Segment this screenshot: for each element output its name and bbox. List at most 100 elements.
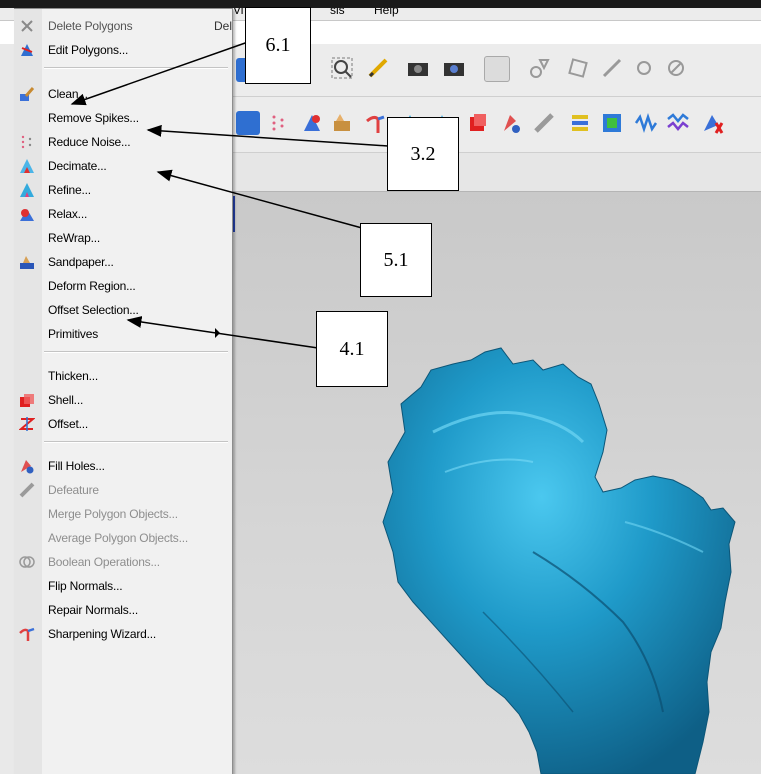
menu-item-boolean-operations[interactable]: Boolean Operations... bbox=[14, 551, 232, 573]
menu-item-clean[interactable]: Clean... bbox=[14, 83, 232, 105]
submenu-arrow-icon bbox=[215, 328, 220, 338]
no-entry-icon[interactable] bbox=[664, 56, 688, 80]
menu-item-label: Deform Region... bbox=[48, 279, 136, 293]
menu-item-edit-polygons[interactable]: Edit Polygons... bbox=[14, 39, 232, 61]
decimate-icon bbox=[19, 158, 35, 174]
camera-settings-icon[interactable] bbox=[442, 56, 466, 80]
menu-item-label: Clean... bbox=[48, 87, 88, 101]
cube-icon[interactable] bbox=[236, 111, 260, 135]
menu-item-label: Shell... bbox=[48, 393, 84, 407]
reduce-noise-tool-icon[interactable] bbox=[268, 111, 292, 135]
layers-tool-icon[interactable] bbox=[568, 111, 592, 135]
refine-icon bbox=[19, 182, 35, 198]
app-window: Vi sis Help Delete Polygons Del Edit Pol… bbox=[0, 0, 761, 774]
circle-icon[interactable] bbox=[632, 56, 656, 80]
shell-icon bbox=[19, 392, 35, 408]
menu-item-fill-holes[interactable]: Fill Holes... bbox=[14, 455, 232, 477]
menu-item-label: Edit Polygons... bbox=[48, 43, 129, 57]
offset-icon bbox=[19, 416, 35, 432]
menu-item-delete-polygons[interactable]: Delete Polygons Del bbox=[14, 15, 232, 37]
sharpening-wizard-icon bbox=[19, 626, 35, 642]
sharpening-wizard-tool-icon[interactable] bbox=[700, 111, 724, 135]
menu-item-label: Boolean Operations... bbox=[48, 555, 160, 569]
reduce-noise-icon bbox=[19, 134, 35, 150]
boolean-icon bbox=[19, 554, 35, 570]
pencil-icon[interactable] bbox=[366, 56, 390, 80]
menu-item-label: Offset... bbox=[48, 417, 88, 431]
shell-tool-icon[interactable] bbox=[466, 111, 490, 135]
menu-item-label: Sharpening Wizard... bbox=[48, 627, 157, 641]
menu-item-label: Repair Normals... bbox=[48, 603, 138, 617]
callout-3-2: 3.2 bbox=[387, 117, 459, 191]
zoom-fit-icon[interactable] bbox=[330, 56, 354, 80]
menu-item-label: Flip Normals... bbox=[48, 579, 123, 593]
menu-item-primitives[interactable]: Primitives bbox=[14, 323, 232, 345]
sandpaper-icon bbox=[19, 254, 35, 270]
menu-item-label: Remove Spikes... bbox=[48, 111, 139, 125]
menu-item-flip-normals[interactable]: Flip Normals... bbox=[14, 575, 232, 597]
fill-holes-icon bbox=[19, 458, 35, 474]
fill-holes-tool-icon[interactable] bbox=[500, 111, 524, 135]
femur-mesh bbox=[382, 347, 736, 774]
x-icon bbox=[19, 18, 35, 34]
callout-6-1: 6.1 bbox=[245, 7, 311, 84]
menu-item-label: Refine... bbox=[48, 183, 91, 197]
menu-item-label: ReWrap... bbox=[48, 231, 100, 245]
grid-tool-icon[interactable] bbox=[600, 111, 624, 135]
line-icon[interactable] bbox=[600, 56, 624, 80]
menu-item-thicken[interactable]: Thicken... bbox=[14, 365, 232, 387]
sandpaper-tool-icon[interactable] bbox=[330, 111, 354, 135]
menu-separator bbox=[44, 441, 228, 443]
camera-icon[interactable] bbox=[406, 56, 430, 80]
edit-polygons-icon bbox=[19, 42, 35, 58]
wave-tool-icon[interactable] bbox=[634, 111, 658, 135]
menu-item-defeature[interactable]: Defeature bbox=[14, 479, 232, 501]
menu-item-label: Delete Polygons bbox=[48, 19, 133, 33]
polygons-context-menu: Delete Polygons Del Edit Polygons... Cle… bbox=[14, 8, 233, 774]
menu-item-label: Thicken... bbox=[48, 369, 99, 383]
window-top-edge bbox=[0, 0, 761, 8]
menu-item-offset[interactable]: Offset... bbox=[14, 413, 232, 435]
menu-item-repair-normals[interactable]: Repair Normals... bbox=[14, 599, 232, 621]
wave-double-tool-icon[interactable] bbox=[666, 111, 690, 135]
defeature-icon bbox=[19, 482, 35, 498]
shape-icon[interactable] bbox=[528, 56, 552, 80]
clean-brush-icon bbox=[19, 86, 35, 102]
callout-5-1: 5.1 bbox=[360, 223, 432, 297]
menu-item-rewrap[interactable]: ReWrap... bbox=[14, 227, 232, 249]
menu-item-label: Defeature bbox=[48, 483, 99, 497]
menu-item-average-polygon-objects[interactable]: Average Polygon Objects... bbox=[14, 527, 232, 549]
menu-item-label: Fill Holes... bbox=[48, 459, 105, 473]
menu-item-label: Sandpaper... bbox=[48, 255, 114, 269]
menu-item-label: Relax... bbox=[48, 207, 88, 221]
menu-item-deform-region[interactable]: Deform Region... bbox=[14, 275, 232, 297]
relax-icon bbox=[19, 206, 35, 222]
menu-item-offset-selection[interactable]: Offset Selection... bbox=[14, 299, 232, 321]
square-icon[interactable] bbox=[566, 56, 590, 80]
sharpen-tool-icon[interactable] bbox=[364, 111, 388, 135]
menu-item-sharpening-wizard[interactable]: Sharpening Wizard... bbox=[14, 623, 232, 645]
menu-item-label: Merge Polygon Objects... bbox=[48, 507, 178, 521]
menu-item-label: Offset Selection... bbox=[48, 303, 139, 317]
menu-separator bbox=[44, 67, 228, 69]
menu-item-refine[interactable]: Refine... bbox=[14, 179, 232, 201]
menu-separator bbox=[44, 351, 228, 353]
defeature-tool-icon[interactable] bbox=[532, 111, 556, 135]
export-icon[interactable] bbox=[484, 56, 510, 82]
mesh-render bbox=[382, 347, 736, 774]
menu-item-label: Primitives bbox=[48, 327, 99, 341]
menu-item-label: Decimate... bbox=[48, 159, 107, 173]
relax-tool-icon[interactable] bbox=[300, 111, 324, 135]
callout-4-1: 4.1 bbox=[316, 311, 388, 387]
menu-item-decimate[interactable]: Decimate... bbox=[14, 155, 232, 177]
3d-viewport[interactable] bbox=[233, 192, 761, 774]
menu-item-shell[interactable]: Shell... bbox=[14, 389, 232, 411]
menu-item-reduce-noise[interactable]: Reduce Noise... bbox=[14, 131, 232, 153]
left-panel-edge bbox=[0, 44, 14, 774]
menu-item-merge-polygon-objects[interactable]: Merge Polygon Objects... bbox=[14, 503, 232, 525]
menu-item-label: Reduce Noise... bbox=[48, 135, 131, 149]
menu-item-sandpaper[interactable]: Sandpaper... bbox=[14, 251, 232, 273]
menu-item-remove-spikes[interactable]: Remove Spikes... bbox=[14, 107, 232, 129]
menu-item-label: Average Polygon Objects... bbox=[48, 531, 188, 545]
menu-item-relax[interactable]: Relax... bbox=[14, 203, 232, 225]
